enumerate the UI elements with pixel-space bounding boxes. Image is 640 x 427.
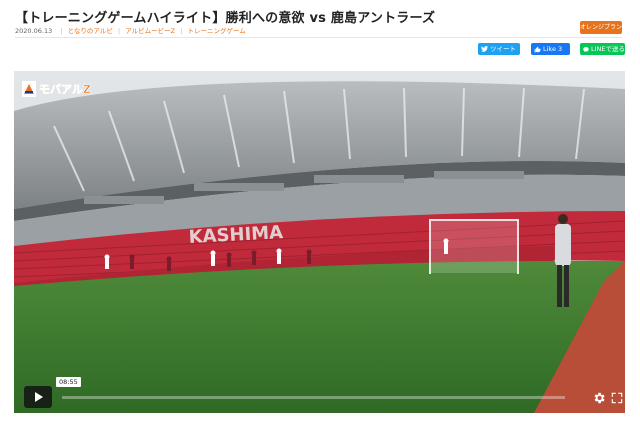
divider [15,37,622,38]
category-link-3[interactable]: トレーニングゲーム [187,27,245,35]
line-label: LINEで送る [590,45,625,53]
video-player[interactable]: KASHIMA モバアルZ 08:55 [14,71,625,413]
play-button[interactable] [24,386,52,408]
time-tooltip: 08:55 [56,377,81,387]
video-frame: KASHIMA [14,71,625,413]
line-chat-icon [583,46,589,52]
watermark-text: モバアルZ [39,83,91,97]
plan-badge[interactable]: オレンジプラン [580,21,622,34]
category-link-1[interactable]: となりのアルビ [68,27,113,35]
progress-bar[interactable] [62,396,565,399]
settings-button[interactable] [592,390,606,404]
post-date: 2020.06.13 [15,27,53,35]
thumbs-up-icon [534,46,541,52]
watermark-logo: モバアルZ [22,81,102,97]
tweet-label: ツイート [490,45,516,53]
fullscreen-icon [611,392,623,404]
twitter-bird-icon [481,46,488,52]
post-meta: 2020.06.13 | となりのアルビ | アルビムービーZ | トレーニング… [15,27,246,35]
facebook-like-button[interactable]: Like 3 [531,43,570,55]
video-controls: 08:55 [14,377,625,413]
play-icon [35,392,43,402]
line-share-button[interactable]: LINEで送る [580,43,625,55]
like-label: Like 3 [543,45,563,53]
fullscreen-button[interactable] [610,390,624,404]
tweet-button[interactable]: ツイート [478,43,520,55]
category-link-2[interactable]: アルビムービーZ [125,27,175,35]
page-title: 【トレーニングゲームハイライト】勝利への意欲 vs 鹿島アントラーズ [15,11,436,26]
gear-icon [594,392,605,404]
